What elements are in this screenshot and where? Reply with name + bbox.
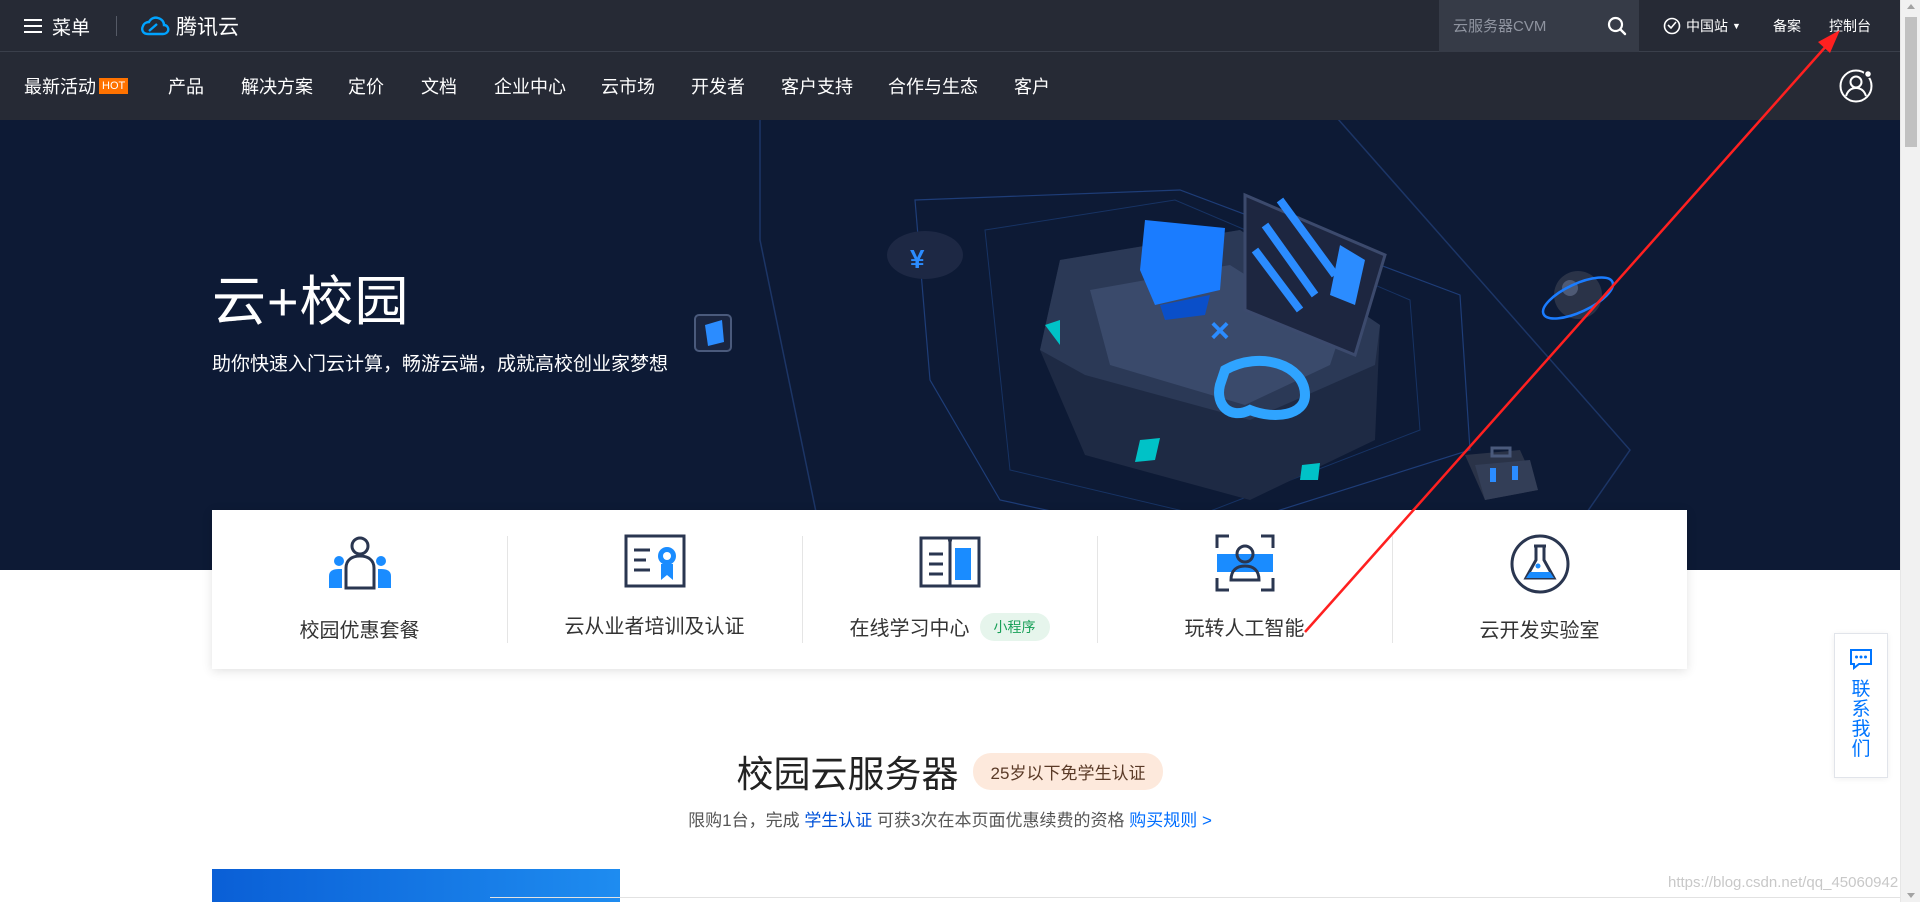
book-icon [919, 536, 980, 588]
flask-icon [1510, 534, 1569, 594]
user-account-icon[interactable] [1838, 68, 1874, 104]
card-label: 校园优惠套餐 [299, 620, 420, 642]
console-link[interactable]: 控制台 [1829, 0, 1871, 52]
contact-label: 联系我们 [1851, 679, 1871, 760]
card-label: 玩转人工智能 [1184, 618, 1305, 640]
nav-item-developer[interactable]: 开发者 [691, 52, 745, 120]
search-icon[interactable] [1607, 16, 1627, 36]
top-bar: 菜单 腾讯云 中国站 ▼ 备案 控制台 [0, 0, 1900, 52]
search-input[interactable] [1453, 15, 1603, 37]
hamburger-icon [24, 19, 42, 33]
topbar-divider [116, 16, 117, 36]
desc-middle: 可获3次在本页面优惠续费的资格 [872, 811, 1130, 830]
menu-button[interactable]: 菜单 [24, 0, 90, 52]
contact-us-float[interactable]: 联系我们 [1834, 633, 1888, 778]
card-label: 云开发实验室 [1479, 620, 1600, 642]
age-badge: 25岁以下免学生认证 [972, 752, 1164, 790]
nav-item-partners[interactable]: 合作与生态 [888, 52, 978, 120]
nav-item-latest[interactable]: 最新活动 HOT [24, 52, 129, 120]
svg-text:¥: ¥ [910, 244, 925, 274]
globe-icon [1663, 17, 1681, 35]
card-training-certification[interactable]: 云从业者培训及认证 [507, 510, 802, 669]
nav-item-label: 最新活动 [24, 77, 96, 97]
card-ai[interactable]: 玩转人工智能 [1097, 510, 1392, 669]
card-label: 在线学习中心 小程序 [850, 612, 1050, 641]
nav-item-marketplace[interactable]: 云市场 [601, 52, 655, 120]
campus-server-header: 校园云服务器 25岁以下免学生认证 [0, 744, 1900, 798]
section-description: 限购1台，完成 学生认证 可获3次在本页面优惠续费的资格 购买规则 > [0, 806, 1900, 831]
scroll-thumb[interactable] [1905, 17, 1917, 147]
hot-badge: HOT [99, 78, 129, 94]
desc-prefix: 限购1台，完成 [688, 811, 805, 830]
nav-item-support[interactable]: 客户支持 [781, 52, 853, 120]
nav-item-pricing[interactable]: 定价 [348, 52, 384, 120]
region-label: 中国站 [1686, 18, 1728, 34]
face-scan-icon [1215, 534, 1274, 592]
purchase-rules-link[interactable]: 购买规则 > [1129, 811, 1212, 830]
logo-text: 腾讯云 [176, 16, 239, 39]
card-label-text: 在线学习中心 [849, 618, 970, 640]
cloud-logo-icon [141, 16, 170, 36]
tencent-cloud-logo[interactable]: 腾讯云 [140, 0, 239, 52]
card-dev-lab[interactable]: 云开发实验室 [1392, 510, 1687, 669]
region-selector[interactable]: 中国站 ▼ [1663, 0, 1741, 52]
main-nav: 最新活动 HOT 产品 解决方案 定价 文档 企业中心 云市场 开发者 客户支持… [0, 52, 1900, 120]
hero-banner: × ¥ 云+校园 助你快速入门云计算，畅游云端，成就高校创业家梦想 [0, 120, 1900, 570]
card-campus-package[interactable]: 校园优惠套餐 [212, 510, 507, 669]
nav-item-docs[interactable]: 文档 [421, 52, 457, 120]
student-auth-link[interactable]: 学生认证 [804, 811, 872, 830]
section-title: 校园云服务器 [736, 754, 959, 795]
scroll-down-arrow-icon[interactable] [1907, 893, 1915, 898]
mini-program-badge: 小程序 [979, 612, 1050, 641]
card-label: 云从业者培训及认证 [564, 616, 745, 638]
chevron-down-icon: ▼ [1732, 21, 1741, 31]
nav-item-customers[interactable]: 客户 [1014, 52, 1050, 120]
certificate-icon [624, 534, 685, 588]
search-box [1439, 0, 1639, 52]
feature-cards: 校园优惠套餐 云从业者培训及认证 在线学习中心 小程序 玩转人工智能 云开发实验… [212, 510, 1687, 669]
hero-illustration: × ¥ [694, 120, 1631, 570]
section-divider [490, 897, 1900, 898]
page-scrollbar[interactable] [1900, 0, 1920, 902]
card-online-learning[interactable]: 在线学习中心 小程序 [802, 510, 1097, 669]
nav-item-solutions[interactable]: 解决方案 [241, 52, 313, 120]
users-icon [328, 536, 391, 590]
watermark: https://blog.csdn.net/qq_45060942 [1668, 874, 1899, 891]
scroll-up-arrow-icon[interactable] [1907, 4, 1915, 9]
beian-link[interactable]: 备案 [1773, 0, 1801, 52]
nav-item-enterprise[interactable]: 企业中心 [494, 52, 566, 120]
hero-title: 云+校园 [212, 272, 410, 332]
nav-item-products[interactable]: 产品 [168, 52, 204, 120]
chat-icon [1850, 649, 1872, 670]
hero-subtitle: 助你快速入门云计算，畅游云端，成就高校创业家梦想 [212, 354, 669, 375]
svg-text:×: × [1210, 312, 1230, 350]
menu-label: 菜单 [52, 17, 91, 39]
